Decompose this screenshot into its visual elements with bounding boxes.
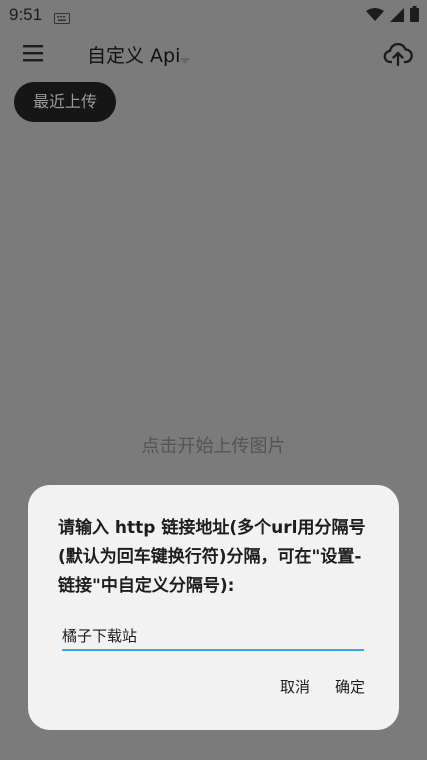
app-bar: 自定义 Api xyxy=(0,30,427,78)
confirm-button[interactable]: 确定 xyxy=(335,676,365,697)
menu-icon[interactable] xyxy=(22,42,44,64)
upload-hint[interactable]: 点击开始上传图片 xyxy=(0,432,427,458)
recent-uploads-button[interactable]: 最近上传 xyxy=(14,82,116,122)
cancel-button[interactable]: 取消 xyxy=(280,676,310,697)
status-time: 9:51 xyxy=(9,5,43,24)
url-input-dialog: 请输入 http 链接地址(多个url用分隔号(默认为回车键换行符)分隔，可在"… xyxy=(28,485,399,730)
app-title[interactable]: 自定义 Api xyxy=(87,41,180,68)
wifi-icon xyxy=(366,7,384,26)
url-input[interactable] xyxy=(62,623,364,651)
dialog-message: 请输入 http 链接地址(多个url用分隔号(默认为回车键换行符)分隔，可在"… xyxy=(58,518,366,596)
dropdown-caret-icon[interactable] xyxy=(180,49,190,68)
signal-icon xyxy=(390,7,404,26)
dialog-actions: 取消 确定 xyxy=(280,676,365,697)
cloud-upload-icon[interactable] xyxy=(383,39,413,69)
keyboard-icon xyxy=(54,9,70,28)
battery-icon xyxy=(410,6,419,26)
status-bar: 9:51 xyxy=(0,0,427,30)
